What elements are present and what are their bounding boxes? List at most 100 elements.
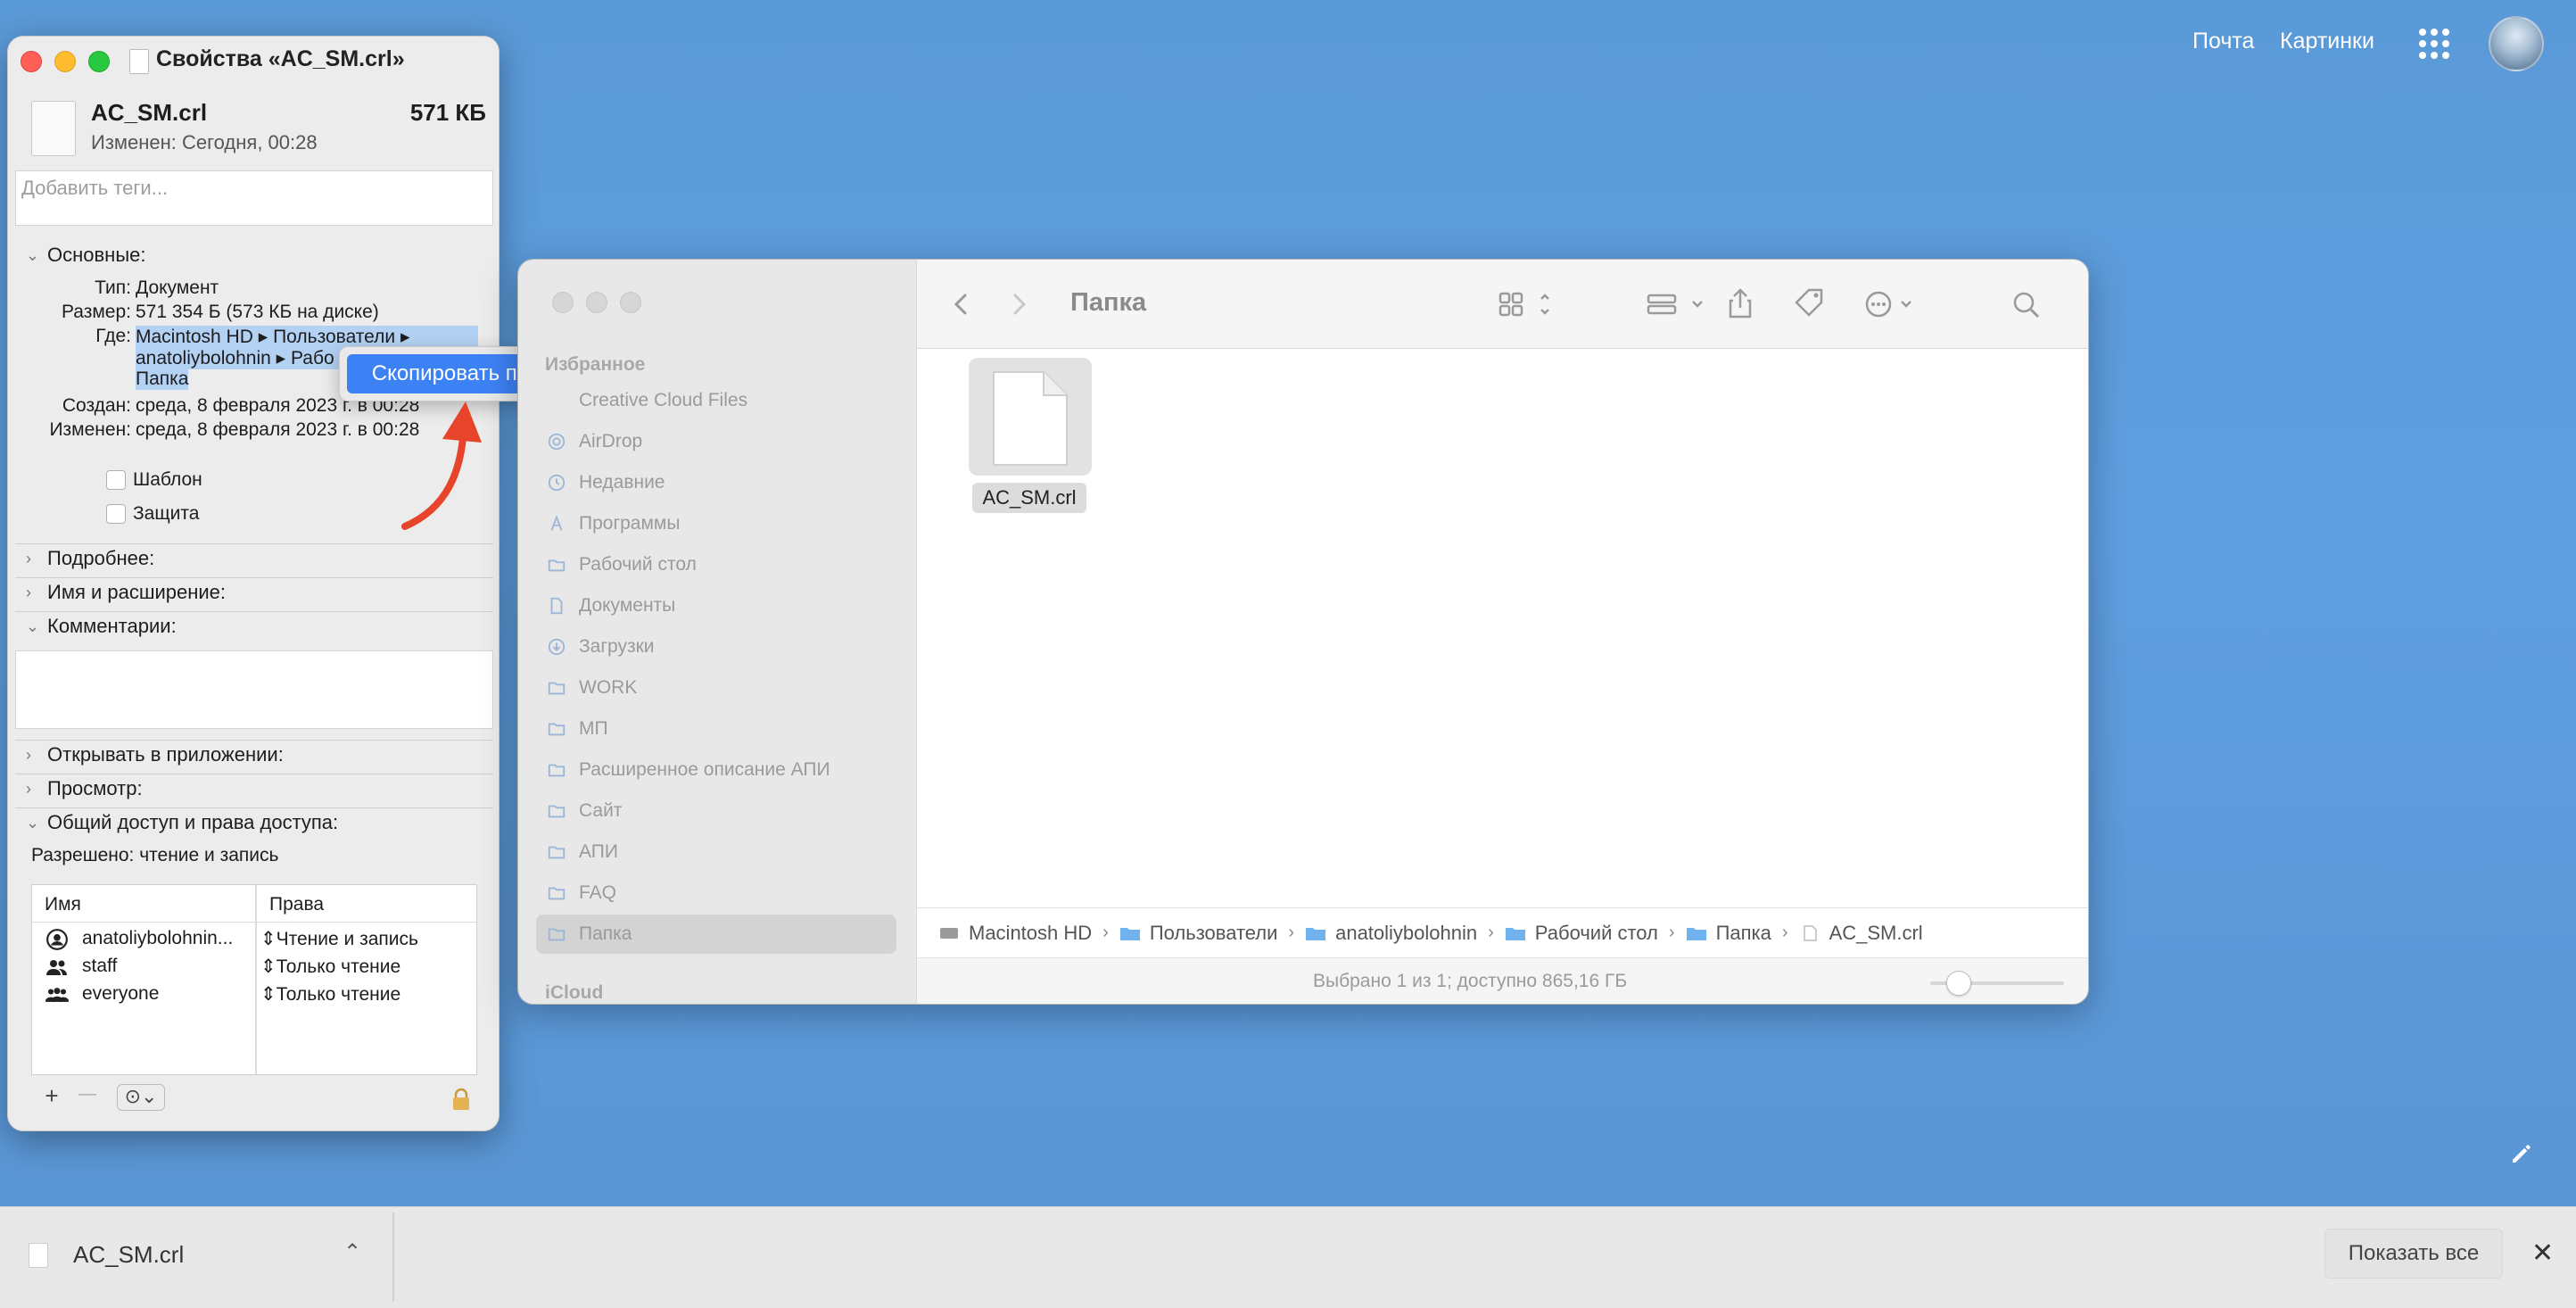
sidebar-item-folder[interactable]: Папка bbox=[536, 915, 896, 954]
path-item[interactable]: Рабочий стол bbox=[1535, 922, 1658, 945]
sidebar-item-creative-cloud[interactable]: Creative Cloud Files bbox=[536, 381, 896, 420]
folder-icon bbox=[548, 682, 566, 695]
path-item[interactable]: Macintosh HD bbox=[969, 922, 1092, 945]
avatar[interactable] bbox=[2489, 16, 2544, 71]
table-header: Имя Права bbox=[32, 885, 476, 923]
apps-icon bbox=[550, 515, 563, 531]
folder-icon bbox=[548, 887, 566, 900]
action-menu-button[interactable]: ⊙⌄ bbox=[117, 1084, 165, 1111]
lock-icon[interactable] bbox=[450, 1088, 472, 1111]
group-icon bbox=[46, 960, 67, 975]
zoom-window-button[interactable] bbox=[620, 292, 641, 313]
section-preview[interactable]: › Просмотр: bbox=[26, 777, 143, 800]
icon-view-icon[interactable] bbox=[1497, 286, 1556, 322]
permission-rights-select[interactable]: ⇕Чтение и запись bbox=[260, 928, 418, 950]
folder-icon bbox=[548, 805, 566, 818]
chevron-right-icon: › bbox=[26, 549, 31, 567]
apps-grid-icon[interactable] bbox=[2419, 29, 2449, 59]
icon-size-slider-knob[interactable] bbox=[1946, 971, 1971, 996]
minimize-window-button[interactable] bbox=[54, 51, 76, 72]
add-user-button[interactable]: + bbox=[40, 1082, 63, 1109]
sidebar-item-site[interactable]: Сайт bbox=[536, 791, 896, 831]
chevron-up-icon[interactable]: ⌃ bbox=[343, 1239, 361, 1265]
permissions-table: Имя Права anatoliybolohnin... ⇕Чтение и … bbox=[31, 884, 477, 1075]
sidebar-item-faq[interactable]: FAQ bbox=[536, 873, 896, 913]
table-row[interactable]: everyone ⇕Только чтение bbox=[32, 981, 476, 1009]
column-rights[interactable]: Права bbox=[269, 894, 324, 915]
sidebar-item-api-desc[interactable]: Расширенное описание АПИ bbox=[536, 750, 896, 790]
minimize-window-button[interactable] bbox=[586, 292, 607, 313]
permission-rights-select[interactable]: ⇕Только чтение bbox=[260, 983, 400, 1006]
section-sharing[interactable]: ⌄ Общий доступ и права доступа: bbox=[26, 811, 338, 834]
where-value-line3[interactable]: Папка bbox=[136, 368, 189, 390]
sidebar-item-mp[interactable]: МП bbox=[536, 709, 896, 749]
close-icon[interactable]: ✕ bbox=[2531, 1238, 2554, 1269]
tag-icon[interactable] bbox=[1791, 286, 1827, 322]
changed-value: среда, 8 февраля 2023 г. в 00:28 bbox=[136, 419, 420, 440]
section-name-ext[interactable]: › Имя и расширение: bbox=[26, 581, 226, 604]
sidebar-item-label: Недавние bbox=[579, 472, 665, 493]
chevron-down-icon: ⌄ bbox=[26, 617, 40, 635]
folder-icon bbox=[548, 928, 566, 941]
download-file-name[interactable]: AC_SM.crl bbox=[73, 1241, 184, 1269]
sidebar-item-documents[interactable]: Документы bbox=[536, 586, 896, 625]
sidebar-item-airdrop[interactable]: AirDrop bbox=[536, 422, 896, 461]
sidebar-item-work[interactable]: WORK bbox=[536, 668, 896, 708]
path-item[interactable]: Пользователи bbox=[1150, 922, 1278, 945]
close-window-button[interactable] bbox=[552, 292, 574, 313]
sidebar-item-applications[interactable]: Программы bbox=[536, 504, 896, 543]
search-icon[interactable] bbox=[2010, 286, 2043, 322]
path-item[interactable]: anatoliybolohnin bbox=[1335, 922, 1477, 945]
section-general[interactable]: ⌄ Основные: bbox=[26, 244, 146, 267]
sidebar-item-api[interactable]: АПИ bbox=[536, 832, 896, 872]
folder-icon bbox=[1119, 927, 1140, 940]
zoom-window-button[interactable] bbox=[88, 51, 110, 72]
finder-toolbar: Папка bbox=[917, 260, 2088, 349]
sidebar-item-desktop[interactable]: Рабочий стол bbox=[536, 545, 896, 584]
download-icon bbox=[548, 638, 566, 656]
section-comments[interactable]: ⌄ Комментарии: bbox=[26, 615, 177, 638]
sidebar-item-recents[interactable]: Недавние bbox=[536, 463, 896, 502]
sidebar-item-label: Creative Cloud Files bbox=[579, 390, 748, 410]
size-label: Размер: bbox=[61, 302, 131, 322]
user-icon bbox=[46, 929, 68, 950]
section-open-with[interactable]: › Открывать в приложении: bbox=[26, 743, 284, 766]
permission-user-name: staff bbox=[82, 956, 118, 976]
sidebar-item-downloads[interactable]: Загрузки bbox=[536, 627, 896, 666]
locked-checkbox[interactable] bbox=[106, 504, 126, 524]
sidebar-item-label: Сайт bbox=[579, 800, 623, 821]
column-name[interactable]: Имя bbox=[45, 894, 81, 915]
file-document-icon bbox=[31, 101, 76, 156]
path-bar: Macintosh HD › Пользователи › anatoliybo… bbox=[917, 907, 2088, 957]
sidebar-item-label: Расширенное описание АПИ bbox=[579, 759, 830, 780]
where-value-line2[interactable]: anatoliybolohnin ▸ Рабо bbox=[136, 347, 350, 369]
status-text: Выбрано 1 из 1; доступно 865,16 ГБ bbox=[1313, 971, 1628, 991]
template-checkbox[interactable] bbox=[106, 470, 126, 490]
path-separator-icon: › bbox=[1781, 923, 1788, 942]
path-item[interactable]: Папка bbox=[1716, 922, 1771, 945]
more-actions-icon[interactable] bbox=[1862, 286, 1925, 322]
forward-icon[interactable] bbox=[1006, 286, 1031, 322]
folder-icon bbox=[1505, 927, 1525, 940]
tags-input[interactable]: Добавить теги... bbox=[15, 170, 493, 226]
pencil-icon[interactable] bbox=[2508, 1140, 2535, 1167]
table-row[interactable]: staff ⇕Только чтение bbox=[32, 954, 476, 981]
images-link[interactable]: Картинки bbox=[2280, 29, 2374, 54]
updown-icon: ⇕ bbox=[260, 929, 277, 949]
table-row[interactable]: anatoliybolohnin... ⇕Чтение и запись bbox=[32, 926, 476, 954]
remove-user-button[interactable]: — bbox=[76, 1084, 99, 1111]
where-value-line1[interactable]: Macintosh HD ▸ Пользователи ▸ bbox=[136, 326, 478, 348]
sidebar-item-label: МП bbox=[579, 718, 608, 739]
share-icon[interactable] bbox=[1725, 286, 1755, 322]
mail-link[interactable]: Почта bbox=[2192, 29, 2254, 54]
permission-rights-select[interactable]: ⇕Только чтение bbox=[260, 956, 400, 978]
comments-textarea[interactable] bbox=[15, 650, 493, 729]
file-name-label[interactable]: AC_SM.crl bbox=[972, 483, 1086, 513]
back-icon[interactable] bbox=[949, 286, 974, 322]
group-by-icon[interactable] bbox=[1645, 286, 1707, 322]
document-icon bbox=[550, 597, 563, 615]
section-more-info[interactable]: › Подробнее: bbox=[26, 547, 154, 570]
show-all-button[interactable]: Показать все bbox=[2324, 1229, 2503, 1279]
close-window-button[interactable] bbox=[21, 51, 42, 72]
path-item[interactable]: AC_SM.crl bbox=[1829, 922, 1923, 945]
